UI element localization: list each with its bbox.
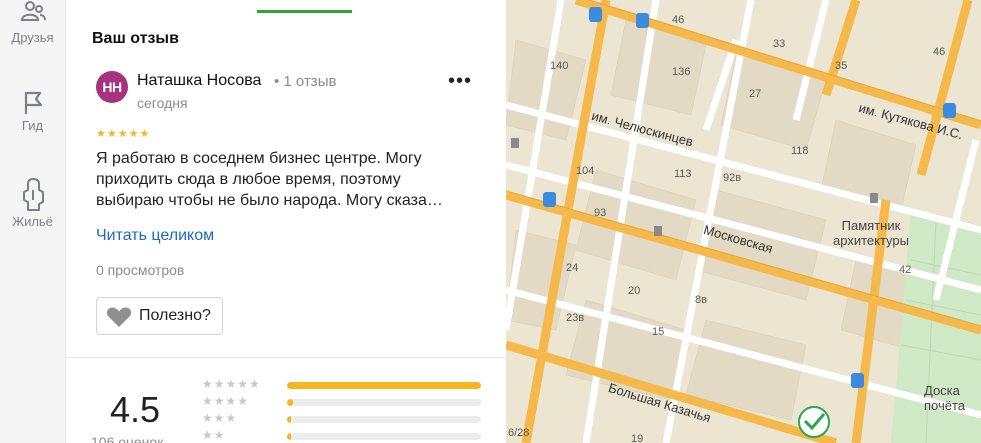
friends-icon <box>20 1 46 21</box>
helpful-label: Полезно? <box>139 307 211 324</box>
section-title: Ваш отзыв <box>92 30 179 47</box>
building-number: 23в <box>566 312 585 324</box>
building-number: 15 <box>652 326 665 338</box>
distribution-bar-track <box>287 416 481 423</box>
building-number: 136 <box>672 66 691 78</box>
sidebar-item-housing[interactable]: Жильё <box>0 178 65 229</box>
more-dots-icon: ••• <box>448 70 473 92</box>
review-stars: ★★★★★ <box>96 127 150 140</box>
distribution-stars: ★★★★ <box>202 394 250 408</box>
rating-value: 4.5 <box>110 389 161 430</box>
building-number: 20 <box>628 285 641 297</box>
building-number: 33 <box>773 38 786 50</box>
distribution-bar-fill <box>287 382 481 389</box>
building-number: 19 <box>631 433 644 443</box>
author-name[interactable]: Наташка Носова <box>137 72 261 90</box>
helpful-button[interactable]: Полезно? <box>96 297 223 335</box>
rating-distribution-row: ★★ <box>202 428 482 442</box>
building-number: 118 <box>791 145 809 157</box>
distribution-stars: ★★★★★ <box>202 377 261 391</box>
building-number: 27 <box>749 88 762 100</box>
distribution-bar-track <box>287 382 481 389</box>
star-icon: ★ <box>117 128 129 140</box>
distribution-bar-track <box>287 399 481 406</box>
rating-distribution-row: ★★★ <box>202 411 482 425</box>
map-view[interactable]: им. Челюскинцев им. Кутякова И.С. Москов… <box>506 0 981 443</box>
distribution-stars: ★★ <box>202 428 226 442</box>
poi-label-monument[interactable]: Памятник архитектуры <box>826 218 916 248</box>
sidebar-item-label: Жильё <box>12 214 53 229</box>
distribution-stars: ★★★ <box>202 411 238 425</box>
building-number: 24 <box>566 262 579 274</box>
review-date: сегодня <box>137 95 188 111</box>
distribution-bar-track <box>287 433 481 440</box>
distribution-bar-fill <box>287 433 291 440</box>
distribution-bar-fill <box>287 416 291 423</box>
left-sidebar: Друзья Гид Жильё <box>0 0 66 443</box>
star-icon: ★ <box>96 128 107 140</box>
star-icon: ★ <box>128 128 140 140</box>
sidebar-item-label: Гид <box>21 118 44 133</box>
section-divider <box>66 357 506 358</box>
more-options-button[interactable]: ••• <box>448 71 472 94</box>
sidebar-item-friends[interactable]: Друзья <box>0 0 65 45</box>
sidebar-item-label: Друзья <box>11 30 54 45</box>
building-number: 92в <box>723 172 742 184</box>
review-text: Я работаю в соседнем бизнес центре. Могу… <box>96 150 443 209</box>
bank-logo-icon <box>798 406 830 438</box>
active-tab-indicator <box>257 10 352 13</box>
rating-count: 106 оценок <box>91 434 164 443</box>
building-number: 6/28 <box>508 427 530 439</box>
rating-distribution-row: ★★★★ <box>202 394 482 408</box>
avatar[interactable]: НН <box>96 71 128 103</box>
building-number: 46 <box>933 46 946 58</box>
review-panel: Ваш отзыв НН Наташка Носова • 1 отзыв се… <box>66 0 506 443</box>
views-count: 0 просмотров <box>96 262 185 278</box>
star-icon: ★ <box>106 128 118 140</box>
poi-text: Доска почёта <box>924 383 966 413</box>
rating-distribution-row: ★★★★★ <box>202 377 482 391</box>
heart-icon <box>106 307 132 327</box>
building-number: 46 <box>672 14 685 26</box>
building-number: 104 <box>576 165 595 177</box>
building-number: 8в <box>695 294 707 306</box>
building-number: 140 <box>550 60 569 72</box>
building-number: 93 <box>594 207 607 219</box>
distribution-bar-fill <box>287 399 293 406</box>
poi-text: Памятник архитектуры <box>833 218 909 248</box>
housing-icon <box>22 178 44 211</box>
sidebar-item-guide[interactable]: Гид <box>0 90 65 133</box>
building-number: 42 <box>899 264 912 276</box>
poi-label-honor-board[interactable]: Доска почёта <box>924 383 981 413</box>
author-review-count: • 1 отзыв <box>274 73 337 90</box>
read-more-link[interactable]: Читать целиком <box>96 227 214 245</box>
building-number: 113 <box>674 168 692 180</box>
building-number: 35 <box>835 60 848 72</box>
star-icon: ★ <box>139 128 151 140</box>
flag-icon <box>24 91 42 114</box>
